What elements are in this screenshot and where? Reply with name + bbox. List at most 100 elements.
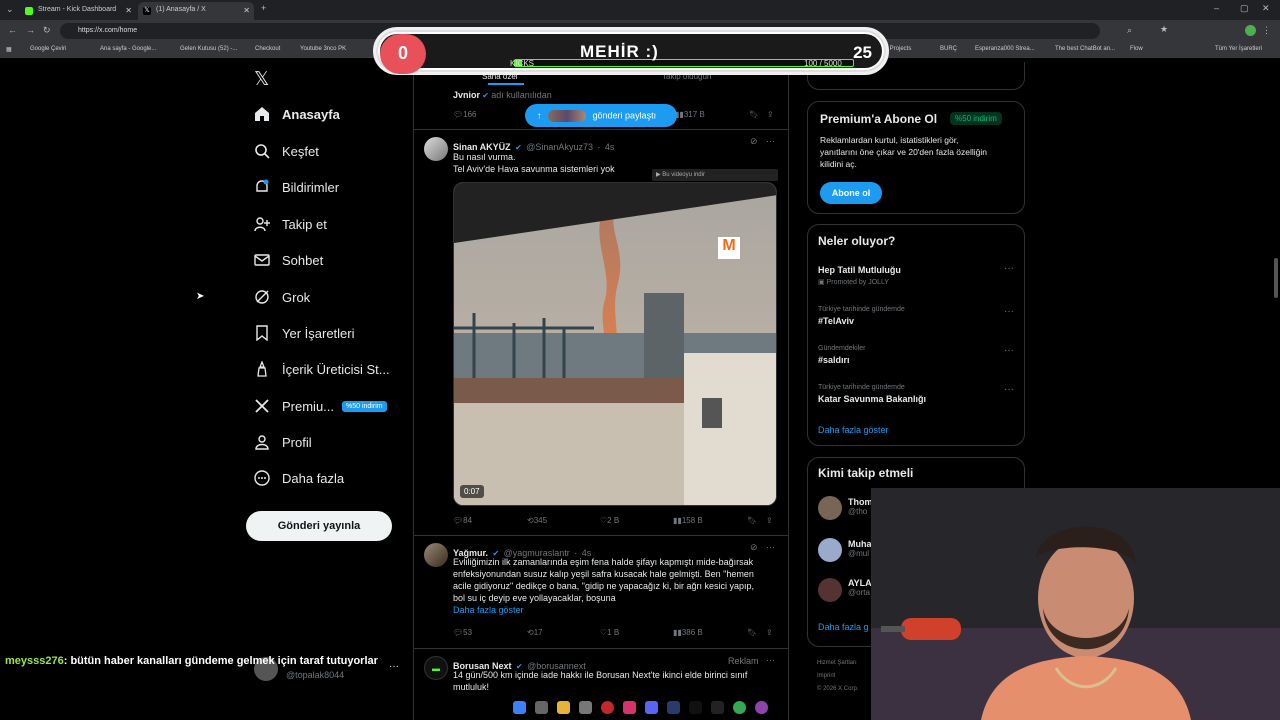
tab-kick-dashboard[interactable]: Stream - Kick Dashboard ✕: [20, 2, 136, 20]
reload-icon[interactable]: ↻: [43, 25, 51, 36]
file-explorer-icon[interactable]: [557, 701, 570, 714]
sidebar-item-profile[interactable]: Profil: [254, 428, 312, 456]
discord-icon[interactable]: [645, 701, 658, 714]
bookmark-item[interactable]: Tüm Yer İşaretleri: [1215, 46, 1262, 52]
retweet-button[interactable]: ⟲ 345: [527, 516, 547, 525]
sidebar-item-bell[interactable]: Bildirimler: [254, 173, 339, 201]
apps-grid-icon[interactable]: ▦: [6, 46, 12, 53]
more-icon[interactable]: ···: [766, 136, 775, 146]
sidebar-item-home[interactable]: Anasayfa: [254, 100, 340, 128]
windows-start-icon[interactable]: [513, 701, 526, 714]
star-icon[interactable]: ★: [1160, 24, 1168, 35]
close-icon[interactable]: ✕: [243, 6, 250, 15]
bookmark-button[interactable]: 🔖︎: [749, 110, 759, 119]
trend-item[interactable]: Gündemdekiler #saldırı: [818, 345, 865, 365]
profile-avatar-icon[interactable]: [1245, 25, 1256, 36]
share-button[interactable]: ⇪: [766, 628, 773, 637]
sidebar-item-more-circle[interactable]: Daha fazla: [254, 464, 344, 492]
close-window-icon[interactable]: ✕: [1262, 3, 1270, 14]
grok-icon[interactable]: ⊘: [750, 542, 758, 553]
close-icon[interactable]: ✕: [125, 6, 132, 15]
new-tab-icon[interactable]: +: [261, 3, 266, 13]
views-button[interactable]: ▮▮ 386 B: [673, 628, 703, 637]
share-button[interactable]: ⇪: [767, 110, 774, 119]
sidebar-item-creator[interactable]: İçerik Üreticisi St...: [254, 355, 390, 383]
follow-show-more[interactable]: Daha fazla g: [818, 622, 869, 632]
video-download-button[interactable]: ▶ Bu videoyu indir: [652, 169, 778, 181]
avatar[interactable]: [424, 137, 448, 161]
sidebar-item-mail[interactable]: Sohbet: [254, 246, 323, 274]
subscribe-button[interactable]: Abone ol: [820, 182, 882, 204]
trends-show-more[interactable]: Daha fazla göster: [818, 425, 889, 435]
avatar[interactable]: [424, 543, 448, 567]
show-more-link[interactable]: Daha fazla göster: [453, 604, 779, 616]
trend-item[interactable]: Hep Tatil Mutluluğu ▣ Promoted by JOLLY: [818, 265, 1014, 286]
task-view-icon[interactable]: [535, 701, 548, 714]
sidebar-item-person-add[interactable]: Takip et: [254, 210, 327, 238]
follow-suggestion[interactable]: AYLA @orta: [848, 578, 872, 597]
app-icon[interactable]: [579, 701, 592, 714]
bookmark-item[interactable]: Gelen Kutusu (52) -...: [180, 46, 237, 52]
chrome-icon[interactable]: [733, 701, 746, 714]
maximize-icon[interactable]: ▢: [1240, 3, 1249, 14]
more-icon[interactable]: ···: [1004, 263, 1014, 274]
avatar[interactable]: [818, 538, 842, 562]
obs-icon[interactable]: [755, 701, 768, 714]
sidebar-item-grok[interactable]: Grok: [254, 283, 310, 311]
x-app-icon[interactable]: [711, 701, 724, 714]
bookmark-item[interactable]: The best ChatBot an...: [1055, 46, 1115, 52]
bookmark-button[interactable]: 🔖︎: [747, 516, 757, 525]
new-posts-pill[interactable]: ↑ gönderi paylaştı: [525, 104, 677, 127]
like-button[interactable]: ♡ 1 B: [600, 628, 619, 637]
more-icon[interactable]: ···: [766, 655, 775, 665]
more-icon[interactable]: ···: [1004, 384, 1014, 395]
more-icon[interactable]: ···: [766, 542, 775, 552]
share-button[interactable]: ⇪: [766, 516, 773, 525]
forward-icon[interactable]: →: [26, 25, 35, 35]
bookmark-button[interactable]: 🔖︎: [747, 628, 757, 637]
avatar[interactable]: [818, 496, 842, 520]
menu-dots-icon[interactable]: ⋮: [1262, 25, 1271, 36]
trend-item[interactable]: Türkiye tarihinde gündemde #TelAviv: [818, 306, 905, 326]
photoshop-icon[interactable]: [667, 701, 680, 714]
bookmark-item[interactable]: Flow: [1130, 46, 1143, 52]
bookmark-item[interactable]: Ana sayfa - Google...: [100, 46, 156, 52]
follow-suggestion[interactable]: Muha @mul: [848, 539, 872, 558]
tiktok-icon[interactable]: [689, 701, 702, 714]
bookmark-item[interactable]: Google Çeviri: [30, 46, 66, 52]
reply-button[interactable]: 💬︎ 84: [453, 516, 472, 525]
more-icon[interactable]: ···: [1004, 345, 1014, 356]
sidebar-item-search[interactable]: Keşfet: [254, 137, 319, 165]
retweet-button[interactable]: ⟲ 17: [527, 628, 543, 637]
bookmark-item[interactable]: Checkout: [255, 46, 280, 52]
avatar[interactable]: [818, 578, 842, 602]
search-icon[interactable]: ⌕: [1127, 25, 1132, 36]
trend-item[interactable]: Türkiye tarihinde gündemde Katar Savunma…: [818, 384, 926, 404]
reply-button[interactable]: 💬︎ 166: [453, 110, 477, 119]
footer-link[interactable]: Imprint: [817, 670, 858, 683]
instagram-icon[interactable]: [623, 701, 636, 714]
post-button[interactable]: Gönderi yayınla: [246, 511, 392, 541]
sidebar-item-bookmark[interactable]: Yer İşaretleri: [254, 319, 355, 347]
minimize-icon[interactable]: –: [1214, 3, 1219, 13]
footer-link[interactable]: Hizmet Şartları: [817, 657, 858, 670]
back-icon[interactable]: ←: [8, 25, 17, 35]
x-logo-icon[interactable]: 𝕏: [254, 68, 269, 91]
tab-menu-icon[interactable]: ⌄: [6, 4, 14, 15]
like-button[interactable]: ♡ 2 B: [600, 516, 619, 525]
scrollbar-thumb[interactable]: [1274, 258, 1278, 298]
sidebar-item-x[interactable]: Premiu... %50 indirim: [254, 392, 387, 420]
views-button[interactable]: ▮▮ 158 B: [673, 516, 703, 525]
grok-icon[interactable]: ⊘: [750, 136, 758, 147]
bookmark-item[interactable]: Youtube 3nco PK: [300, 46, 346, 52]
bookmark-item[interactable]: BURÇ: [940, 46, 957, 52]
tweet-video[interactable]: M 0:07: [453, 182, 777, 506]
tweet-author[interactable]: Jvnior: [453, 90, 480, 100]
opera-icon[interactable]: [601, 701, 614, 714]
tab-x-home[interactable]: 𝕏 (1) Anasayfa / X ✕: [138, 2, 254, 20]
more-icon[interactable]: ···: [1004, 306, 1014, 317]
avatar[interactable]: ▬: [424, 656, 448, 680]
follow-suggestion[interactable]: Thom @tho: [848, 497, 873, 516]
bookmark-item[interactable]: Esperanza000 Strea...: [975, 46, 1035, 52]
tweet-handle[interactable]: adı kullanılıdan: [491, 90, 552, 100]
